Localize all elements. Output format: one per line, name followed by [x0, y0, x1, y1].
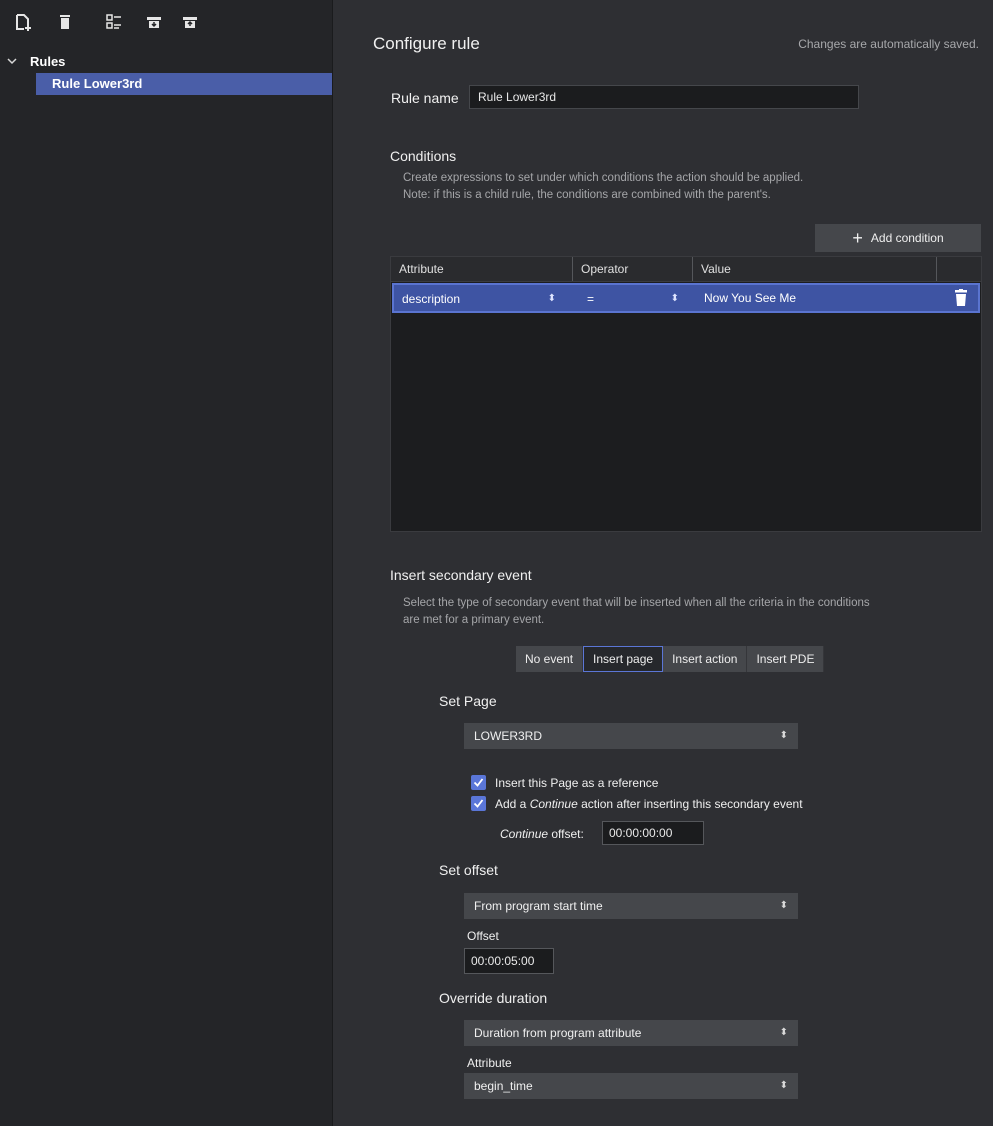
delete-condition-icon[interactable]	[954, 289, 968, 307]
add-continue-label-emphasis: Continue	[529, 796, 578, 811]
tab-insert-pde[interactable]: Insert PDE	[747, 646, 825, 672]
continue-offset-label-suffix: offset:	[548, 827, 584, 841]
add-condition-label: Add condition	[870, 231, 944, 245]
conditions-heading: Conditions	[390, 148, 457, 164]
add-continue-checkbox[interactable]	[471, 796, 486, 811]
conditions-description-line1: Create expressions to set under which co…	[403, 172, 804, 184]
add-continue-label: Add a Continue action after inserting th…	[495, 797, 803, 811]
tree-view-icon[interactable]	[104, 12, 124, 32]
move-up-icon[interactable]	[180, 12, 200, 32]
page-select[interactable]: LOWER3RD ⬍	[464, 723, 798, 749]
offset-mode-select[interactable]: From program start time ⬍	[464, 893, 798, 919]
tree-root-rules[interactable]: Rules	[6, 52, 65, 70]
column-header-value[interactable]: Value	[692, 257, 936, 281]
add-continue-label-prefix: Add a	[495, 796, 530, 811]
operator-select[interactable]: = ⬍	[579, 287, 687, 311]
conditions-description-line2: Note: if this is a child rule, the condi…	[403, 189, 771, 201]
set-offset-heading: Set offset	[439, 862, 498, 878]
override-duration-heading: Override duration	[439, 990, 548, 1006]
attribute-select-value: description	[402, 292, 461, 306]
offset-mode-select-value: From program start time	[474, 899, 603, 913]
page-select-value: LOWER3RD	[474, 729, 543, 743]
operator-select-value: =	[587, 292, 595, 306]
duration-attribute-select-value: begin_time	[474, 1079, 533, 1093]
insert-as-reference-row: Insert this Page as a reference	[471, 775, 658, 790]
updown-arrow-icon: ⬍	[779, 900, 788, 911]
table-row[interactable]: description ⬍ = ⬍ Now You See Me	[392, 283, 980, 313]
insert-as-reference-label: Insert this Page as a reference	[495, 775, 659, 790]
insert-as-reference-checkbox[interactable]	[471, 775, 486, 790]
tab-insert-page[interactable]: Insert page	[583, 646, 664, 672]
tree-item-rule-lower3rd[interactable]: Rule Lower3rd	[36, 73, 332, 95]
attribute-select[interactable]: description ⬍	[394, 287, 564, 311]
updown-arrow-icon: ⬍	[547, 293, 556, 304]
plus-icon: +	[852, 228, 863, 248]
sidebar-toolbar	[0, 0, 332, 44]
tab-no-event[interactable]: No event	[516, 646, 584, 672]
move-down-icon[interactable]	[144, 12, 164, 32]
duration-mode-select-value: Duration from program attribute	[474, 1026, 642, 1040]
tree-root-label: Rules	[30, 53, 66, 69]
secondary-event-type-selector: No event Insert page Insert action Inser…	[516, 646, 825, 672]
duration-attribute-label: Attribute	[467, 1056, 512, 1070]
add-continue-row: Add a Continue action after inserting th…	[471, 796, 803, 811]
continue-offset-input[interactable]: 00:00:00:00	[602, 821, 704, 845]
updown-arrow-icon: ⬍	[779, 1080, 788, 1091]
rule-name-label: Rule name	[391, 90, 459, 106]
offset-label: Offset	[467, 929, 499, 943]
duration-mode-select[interactable]: Duration from program attribute ⬍	[464, 1020, 798, 1046]
secondary-event-heading: Insert secondary event	[390, 567, 532, 583]
secondary-event-description-line2: are met for a primary event.	[403, 614, 545, 626]
value-cell[interactable]: Now You See Me	[704, 285, 796, 311]
conditions-table: Attribute Operator Value description ⬍ =…	[390, 256, 982, 532]
duration-attribute-select[interactable]: begin_time ⬍	[464, 1073, 798, 1099]
updown-arrow-icon: ⬍	[779, 730, 788, 741]
page-title: Configure rule	[373, 34, 480, 53]
conditions-table-header: Attribute Operator Value	[391, 257, 981, 282]
column-header-attribute[interactable]: Attribute	[391, 257, 572, 281]
rules-sidebar: Rules Rule Lower3rd	[0, 0, 333, 1126]
new-rule-icon[interactable]	[13, 12, 33, 32]
delete-icon[interactable]	[55, 12, 75, 32]
set-page-heading: Set Page	[439, 693, 497, 709]
chevron-down-icon[interactable]	[6, 55, 18, 67]
rule-config-panel: Configure rule Changes are automatically…	[333, 0, 993, 1126]
tree-item-label: Rule Lower3rd	[52, 76, 143, 91]
rule-name-input[interactable]	[469, 85, 859, 109]
autosave-note: Changes are automatically saved.	[798, 37, 979, 51]
updown-arrow-icon: ⬍	[670, 293, 679, 304]
offset-input[interactable]: 00:00:05:00	[464, 948, 554, 974]
tab-insert-action[interactable]: Insert action	[663, 646, 748, 672]
add-continue-label-suffix: action after inserting this secondary ev…	[577, 796, 803, 811]
column-header-operator[interactable]: Operator	[572, 257, 692, 281]
add-condition-button[interactable]: + Add condition	[815, 224, 981, 252]
updown-arrow-icon: ⬍	[779, 1027, 788, 1038]
column-header-actions	[936, 257, 980, 281]
secondary-event-description-line1: Select the type of secondary event that …	[403, 597, 870, 609]
continue-offset-label-emphasis: Continue	[500, 827, 549, 841]
continue-offset-label: Continue offset:	[500, 827, 584, 841]
